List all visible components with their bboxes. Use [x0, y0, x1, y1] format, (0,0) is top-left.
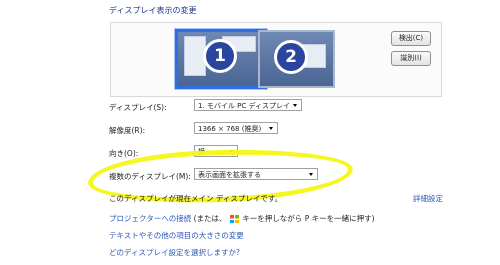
monitor-2-number-badge: 2 — [274, 40, 308, 74]
page-heading: ディスプレイ表示の変更 — [109, 6, 197, 15]
resolution-select[interactable]: 1366 × 768 (推奨) — [194, 122, 278, 134]
projector-link[interactable]: プロジェクターへの接続 — [109, 214, 191, 223]
orientation-label: 向き(O): — [109, 149, 139, 158]
advanced-settings-link[interactable]: 詳細設定 — [413, 193, 443, 204]
resolution-select-value: 1366 × 768 (推奨) — [198, 125, 262, 133]
which-display-settings-link[interactable]: どのディスプレイ設定を選択しますか? — [109, 247, 240, 258]
monitor-1[interactable]: 1 — [175, 29, 267, 89]
orientation-select-value: 横 — [198, 148, 205, 156]
display-label: ディスプレイ(S): — [109, 103, 167, 112]
chevron-down-icon — [309, 173, 313, 176]
multiple-displays-select-value: 表示画面を拡張する — [198, 171, 261, 179]
display-select[interactable]: 1. モバイル PC ディスプレイ — [194, 99, 302, 111]
multiple-displays-label: 複数のディスプレイ(M): — [109, 172, 191, 181]
monitor-arrangement-panel[interactable]: 1 2 検出(C) 識別(I) — [110, 22, 442, 97]
chevron-down-icon — [293, 104, 297, 107]
monitor-1-number-badge: 1 — [203, 39, 237, 73]
main-display-status: このディスプレイが現在メイン ディスプレイです。 — [109, 194, 283, 203]
chevron-down-icon — [229, 150, 233, 153]
projector-hint-suffix: キーを押しながら P キーを一緒に押す) — [242, 214, 375, 223]
display-select-value: 1. モバイル PC ディスプレイ — [198, 102, 290, 110]
identify-button[interactable]: 識別(I) — [391, 51, 431, 66]
monitor-2[interactable]: 2 — [258, 30, 335, 88]
resolution-label: 解像度(R): — [109, 126, 146, 135]
windows-key-icon — [229, 215, 240, 223]
multiple-displays-select[interactable]: 表示画面を拡張する — [194, 168, 318, 180]
orientation-select[interactable]: 横 — [194, 145, 238, 157]
detect-button[interactable]: 検出(C) — [391, 31, 431, 46]
projector-line: プロジェクターへの接続 (または、 キーを押しながら P キーを一緒に押す) — [109, 213, 375, 224]
projector-hint-prefix: (または、 — [193, 214, 227, 223]
text-size-link[interactable]: テキストやその他の項目の大きさの変更 — [109, 230, 244, 241]
chevron-down-icon — [269, 127, 273, 130]
